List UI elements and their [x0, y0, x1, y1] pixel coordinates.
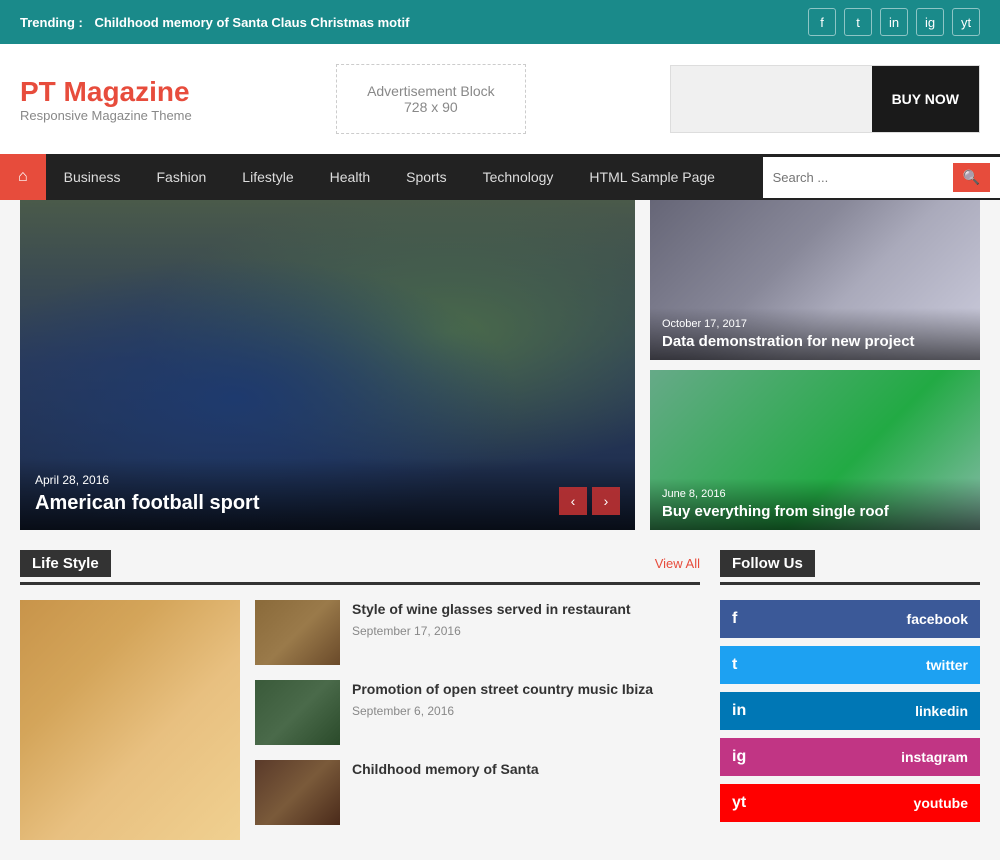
- article-thumb-1: [255, 600, 340, 665]
- article-title-2: Promotion of open street country music I…: [352, 680, 653, 700]
- lifestyle-section-header: Life Style View All: [20, 550, 700, 585]
- sections-row: Life Style View All Style of wine glasse…: [0, 550, 1000, 860]
- lifestyle-view-all[interactable]: View All: [655, 556, 700, 571]
- article-title-3: Childhood memory of Santa: [352, 760, 539, 780]
- lifestyle-articles: Style of wine glasses served in restaura…: [255, 600, 700, 840]
- nav-item-html[interactable]: HTML Sample Page: [571, 155, 733, 199]
- facebook-top-icon[interactable]: f: [808, 8, 836, 36]
- ad-preview: BUY NOW: [670, 65, 980, 133]
- social-icons-top: f t in ig yt: [808, 8, 980, 36]
- article-info-2: Promotion of open street country music I…: [352, 680, 653, 718]
- featured-main-date: April 28, 2016: [35, 473, 620, 487]
- nav-links: Business Fashion Lifestyle Health Sports…: [46, 155, 733, 199]
- ad-block: Advertisement Block 728 x 90: [336, 64, 526, 134]
- navigation-bar: ⌂ Business Fashion Lifestyle Health Spor…: [0, 154, 1000, 200]
- article-info-1: Style of wine glasses served in restaura…: [352, 600, 631, 638]
- ad-preview-inner: BUY NOW: [671, 66, 979, 132]
- list-item[interactable]: Childhood memory of Santa: [255, 760, 700, 825]
- nav-link-technology[interactable]: Technology: [465, 155, 572, 199]
- nav-home-button[interactable]: ⌂: [0, 154, 46, 200]
- lifestyle-section-title: Life Style: [20, 550, 111, 577]
- article-date-1: September 17, 2016: [352, 624, 631, 638]
- nav-item-lifestyle[interactable]: Lifestyle: [224, 155, 311, 199]
- featured-side-item-1[interactable]: October 17, 2017 Data demonstration for …: [650, 200, 980, 360]
- article-title-1: Style of wine glasses served in restaura…: [352, 600, 631, 620]
- search-button[interactable]: 🔍: [953, 163, 990, 192]
- twitter-top-icon[interactable]: t: [844, 8, 872, 36]
- article-info-3: Childhood memory of Santa: [352, 760, 539, 784]
- side-overlay-1: October 17, 2017 Data demonstration for …: [650, 308, 980, 360]
- trending-text: Trending : Childhood memory of Santa Cla…: [20, 15, 417, 30]
- linkedin-top-icon[interactable]: in: [880, 8, 908, 36]
- trending-story: Childhood memory of Santa Claus Christma…: [94, 15, 409, 30]
- search-input[interactable]: [773, 170, 953, 185]
- twitter-label: twitter: [926, 657, 968, 673]
- nav-item-health[interactable]: Health: [312, 155, 388, 199]
- linkedin-icon: in: [732, 702, 746, 720]
- youtube-label: youtube: [914, 795, 968, 811]
- nav-item-business[interactable]: Business: [46, 155, 139, 199]
- list-item[interactable]: Style of wine glasses served in restaura…: [255, 600, 700, 665]
- trending-label: Trending :: [20, 15, 83, 30]
- facebook-icon: f: [732, 610, 737, 628]
- lifestyle-section: Life Style View All Style of wine glasse…: [20, 550, 700, 840]
- follow-twitter[interactable]: t twitter: [720, 646, 980, 684]
- nav-link-business[interactable]: Business: [46, 155, 139, 199]
- side-overlay-2: June 8, 2016 Buy everything from single …: [650, 478, 980, 530]
- instagram-label: instagram: [901, 749, 968, 765]
- follow-linkedin[interactable]: in linkedin: [720, 692, 980, 730]
- next-arrow[interactable]: ›: [592, 487, 620, 515]
- side-title-1: Data demonstration for new project: [662, 333, 968, 350]
- featured-main[interactable]: April 28, 2016 American football sport ‹…: [20, 200, 635, 530]
- follow-youtube[interactable]: yt youtube: [720, 784, 980, 822]
- nav-link-html[interactable]: HTML Sample Page: [571, 155, 733, 199]
- header: PT Magazine Responsive Magazine Theme Ad…: [0, 44, 1000, 154]
- twitter-icon: t: [732, 656, 737, 674]
- featured-main-title: American football sport: [35, 492, 620, 515]
- side-title-2: Buy everything from single roof: [662, 503, 968, 520]
- nav-link-sports[interactable]: Sports: [388, 155, 464, 199]
- ad-title: Advertisement Block: [367, 83, 495, 99]
- list-item[interactable]: Promotion of open street country music I…: [255, 680, 700, 745]
- youtube-icon: yt: [732, 794, 746, 812]
- nav-link-fashion[interactable]: Fashion: [138, 155, 224, 199]
- nav-link-health[interactable]: Health: [312, 155, 388, 199]
- buy-now-button[interactable]: BUY NOW: [872, 66, 979, 132]
- follow-facebook[interactable]: f facebook: [720, 600, 980, 638]
- featured-sidebar: October 17, 2017 Data demonstration for …: [650, 200, 980, 530]
- instagram-icon: ig: [732, 748, 746, 766]
- instagram-top-icon[interactable]: ig: [916, 8, 944, 36]
- facebook-label: facebook: [907, 611, 968, 627]
- follow-us-header: Follow Us: [720, 550, 980, 585]
- youtube-top-icon[interactable]: yt: [952, 8, 980, 36]
- lifestyle-content: Style of wine glasses served in restaura…: [20, 600, 700, 840]
- article-date-2: September 6, 2016: [352, 704, 653, 718]
- featured-section: April 28, 2016 American football sport ‹…: [0, 200, 1000, 530]
- side-date-1: October 17, 2017: [662, 318, 968, 330]
- follow-us-title: Follow Us: [720, 550, 815, 577]
- follow-instagram[interactable]: ig instagram: [720, 738, 980, 776]
- article-thumb-2: [255, 680, 340, 745]
- logo-title[interactable]: PT Magazine: [20, 76, 192, 108]
- lifestyle-main-image[interactable]: [20, 600, 240, 840]
- featured-main-overlay: April 28, 2016 American football sport: [20, 458, 635, 530]
- logo-area: PT Magazine Responsive Magazine Theme: [20, 76, 192, 123]
- trending-bar: Trending : Childhood memory of Santa Cla…: [0, 0, 1000, 44]
- ad-size: 728 x 90: [367, 99, 495, 115]
- linkedin-label: linkedin: [915, 703, 968, 719]
- featured-side-item-2[interactable]: June 8, 2016 Buy everything from single …: [650, 370, 980, 530]
- logo-subtitle: Responsive Magazine Theme: [20, 108, 192, 123]
- nav-search: 🔍: [763, 157, 1000, 198]
- nav-arrows: ‹ ›: [559, 487, 620, 515]
- prev-arrow[interactable]: ‹: [559, 487, 587, 515]
- nav-item-fashion[interactable]: Fashion: [138, 155, 224, 199]
- follow-us-section: Follow Us f facebook t twitter in linked…: [720, 550, 980, 840]
- nav-item-sports[interactable]: Sports: [388, 155, 464, 199]
- side-date-2: June 8, 2016: [662, 488, 968, 500]
- nav-item-technology[interactable]: Technology: [465, 155, 572, 199]
- nav-link-lifestyle[interactable]: Lifestyle: [224, 155, 311, 199]
- article-thumb-3: [255, 760, 340, 825]
